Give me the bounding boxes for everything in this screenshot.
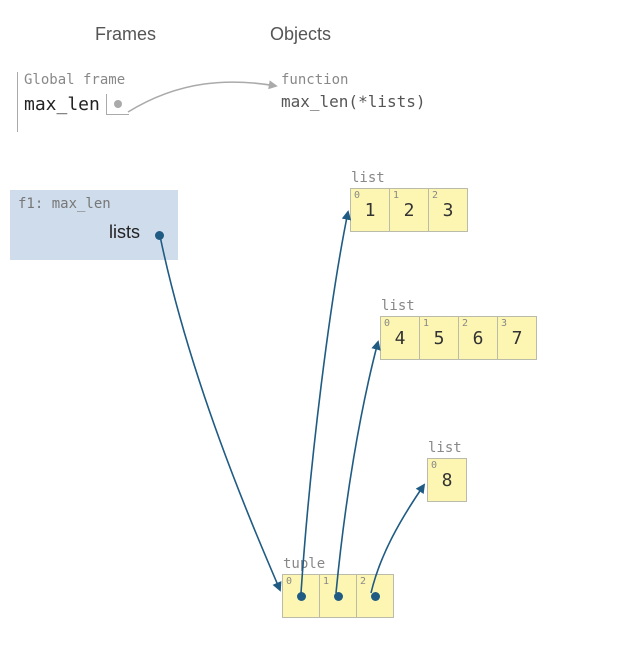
cell-val: 5 (434, 328, 445, 349)
list-cell: 08 (427, 458, 467, 502)
cell-val: 4 (395, 328, 406, 349)
list-cell: 04 (380, 316, 420, 360)
tuple-label: tuple (283, 556, 325, 572)
list-label-1: list (381, 298, 415, 314)
cell-val: 6 (473, 328, 484, 349)
list-cell: 26 (458, 316, 498, 360)
list-label-2: list (428, 440, 462, 456)
list-cell: 12 (389, 188, 429, 232)
f1-frame: f1: max_len lists (10, 190, 178, 260)
pointer-dot (114, 100, 122, 108)
tuple-cell: 1 (319, 574, 357, 618)
list-1: 04 15 26 37 (381, 316, 537, 360)
list-2: 08 (428, 458, 467, 502)
cell-val: 1 (365, 200, 376, 221)
function-signature: max_len(*lists) (281, 92, 426, 111)
list-cell: 23 (428, 188, 468, 232)
list-cell: 15 (419, 316, 459, 360)
list-cell: 37 (497, 316, 537, 360)
cell-val: 8 (442, 470, 453, 491)
function-label: function (281, 72, 348, 88)
global-frame: Global frame max_len (17, 72, 182, 132)
pointer-dot (334, 592, 343, 601)
f1-var-row: lists (18, 222, 170, 243)
tuple: 0 1 2 (283, 574, 394, 618)
objects-header: Objects (270, 24, 331, 45)
list-0: 01 12 23 (351, 188, 468, 232)
cell-val: 2 (404, 200, 415, 221)
cell-val: 3 (443, 200, 454, 221)
tuple-cell: 2 (356, 574, 394, 618)
list-label-0: list (351, 170, 385, 186)
global-frame-title: Global frame (24, 72, 182, 88)
list-cell: 01 (350, 188, 390, 232)
frames-header: Frames (95, 24, 156, 45)
pointer-dot (155, 231, 164, 240)
pointer-dot (371, 592, 380, 601)
pointer-dot (297, 592, 306, 601)
cell-val: 7 (512, 328, 523, 349)
global-var-row: max_len (24, 94, 182, 115)
tuple-cell: 0 (282, 574, 320, 618)
global-var-name: max_len (24, 94, 100, 115)
f1-frame-title: f1: max_len (18, 196, 170, 212)
f1-var-name: lists (109, 222, 140, 242)
global-var-box (106, 94, 129, 115)
